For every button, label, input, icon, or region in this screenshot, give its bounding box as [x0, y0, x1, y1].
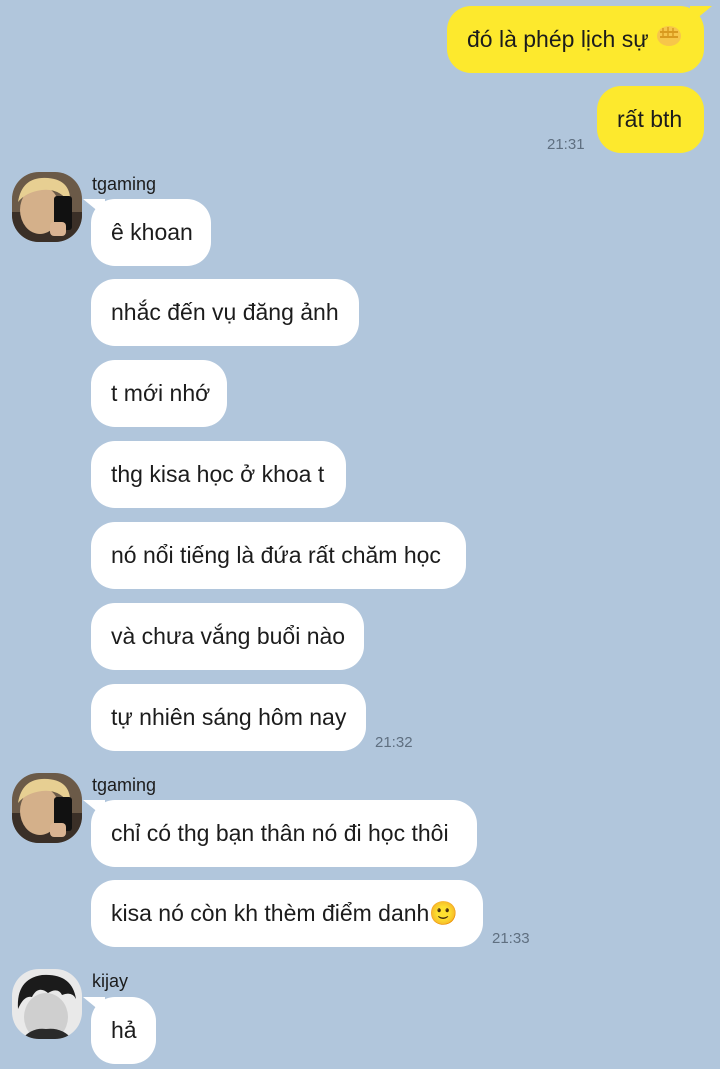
timestamp: 21:31	[547, 136, 585, 153]
fist-bump-icon	[655, 7, 683, 74]
message-text: thg kisa học ở khoa t	[111, 461, 325, 487]
timestamp: 21:32	[375, 734, 413, 751]
avatar[interactable]	[12, 172, 82, 242]
timestamp: 21:33	[492, 930, 530, 947]
incoming-message[interactable]: hả	[91, 997, 156, 1064]
incoming-message[interactable]: kisa nó còn kh thèm điểm danh🙂	[91, 880, 483, 947]
message-text: nhắc đến vụ đăng ảnh	[111, 299, 339, 325]
message-text: đó là phép lịch sự	[467, 26, 649, 52]
blonde-selfie-avatar-icon	[12, 773, 82, 843]
message-text: nó nổi tiếng là đứa rất chăm học	[111, 542, 441, 568]
avatar[interactable]	[12, 969, 82, 1039]
outgoing-message[interactable]: rất bth	[597, 86, 704, 153]
incoming-message[interactable]: thg kisa học ở khoa t	[91, 441, 346, 508]
sender-name: tgaming	[92, 775, 157, 795]
incoming-message[interactable]: nó nổi tiếng là đứa rất chăm học	[91, 522, 466, 589]
message-text: kisa nó còn kh thèm điểm danh	[111, 900, 430, 926]
message-text: rất bth	[617, 106, 683, 132]
message-text: t mới nhớ	[111, 380, 211, 406]
incoming-message[interactable]: tự nhiên sáng hôm nay	[91, 684, 366, 751]
message-text: tự nhiên sáng hôm nay	[111, 704, 347, 730]
message-text: hả	[111, 1017, 137, 1043]
sender-name: kijay	[92, 971, 129, 991]
message-text: và chưa vắng buổi nào	[111, 623, 346, 649]
dark-hair-avatar-icon	[12, 969, 82, 1039]
incoming-message[interactable]: chỉ có thg bạn thân nó đi học thôi	[91, 800, 477, 867]
message-text: ê khoan	[111, 219, 193, 245]
incoming-message[interactable]: t mới nhớ	[91, 360, 227, 427]
incoming-message[interactable]: và chưa vắng buổi nào	[91, 603, 364, 670]
incoming-message[interactable]: nhắc đến vụ đăng ảnh	[91, 279, 359, 346]
message-text: chỉ có thg bạn thân nó đi học thôi	[111, 820, 449, 846]
avatar[interactable]	[12, 773, 82, 843]
smiley-emoji-icon: 🙂	[429, 901, 458, 927]
blonde-selfie-avatar-icon	[12, 172, 82, 242]
outgoing-message[interactable]: đó là phép lịch sự	[447, 6, 704, 73]
sender-name: tgaming	[92, 174, 157, 194]
incoming-message[interactable]: ê khoan	[91, 199, 211, 266]
